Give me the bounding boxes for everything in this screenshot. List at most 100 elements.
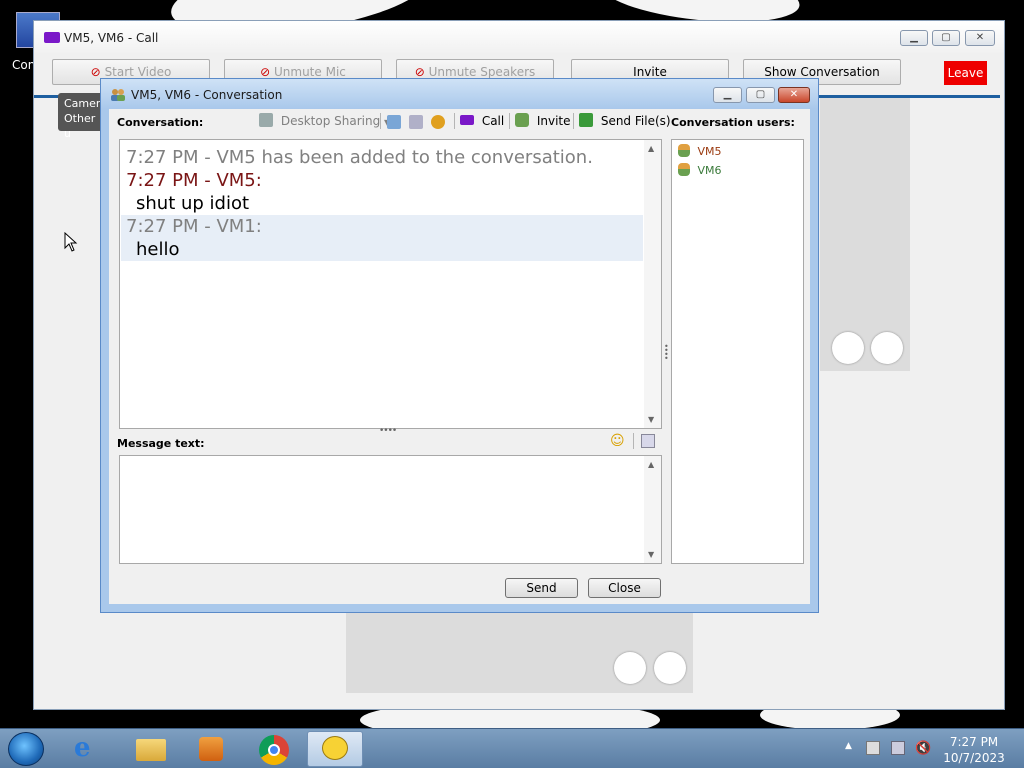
horizontal-splitter-handle[interactable]: •••• (379, 426, 397, 436)
internet-explorer-taskbar-button[interactable]: e (62, 731, 118, 767)
user-name: VM6 (697, 164, 722, 177)
taskbar: e ▲ 🔇 7:27 PM 10/7/2023 (0, 728, 1024, 768)
unmute-speakers-label: Unmute Speakers (428, 65, 536, 79)
send-files-label: Send File(s) (600, 114, 671, 128)
send-files-button[interactable]: Send File(s) (579, 113, 671, 129)
speaker-off-icon: ⊘ (414, 65, 425, 79)
close-window-button[interactable]: ✕ (965, 30, 995, 46)
clipboard-icon[interactable] (409, 115, 423, 129)
input-scrollbar[interactable]: ▲ ▼ (644, 456, 661, 563)
call-button[interactable]: Call (460, 113, 504, 129)
video-camera-icon (460, 115, 474, 125)
maximize-icon: ▢ (941, 32, 951, 43)
chrome-taskbar-button[interactable] (245, 731, 301, 767)
conv-minimize-button[interactable]: ▁ (713, 87, 742, 103)
volume-muted-icon[interactable]: 🔇 (915, 741, 931, 756)
scroll-down-arrow-icon[interactable]: ▼ (648, 550, 654, 559)
user-icon (678, 163, 690, 176)
leave-button[interactable]: Leave (944, 61, 987, 85)
message-input[interactable]: ▲ ▼ (119, 455, 662, 564)
minimize-button[interactable]: ▁ (900, 30, 928, 46)
self-video-tile (346, 611, 693, 693)
user-list-item[interactable]: VM5 (678, 144, 722, 159)
network-icon[interactable] (891, 741, 905, 755)
close-button[interactable]: Close (588, 578, 661, 598)
maximize-icon: ▢ (755, 89, 766, 100)
minimize-icon: ▁ (723, 89, 732, 100)
action-center-icon[interactable] (866, 741, 880, 755)
desktop-icon-label: Con (12, 58, 36, 72)
video-off-round-button[interactable] (832, 332, 864, 364)
settings-gear-icon[interactable] (431, 115, 445, 129)
self-video-off-button[interactable] (614, 652, 646, 684)
add-user-icon (515, 113, 529, 127)
clock-time: 7:27 PM (949, 735, 999, 749)
call-title-bar[interactable]: VM5, VM6 - Call ▁ ▢ ✕ (34, 21, 1004, 55)
message-header: 7:27 PM - VM1: (126, 216, 262, 237)
chat-app-taskbar-button[interactable] (307, 731, 363, 767)
internet-explorer-icon: e (74, 733, 91, 763)
send-button[interactable]: Send (505, 578, 578, 598)
close-icon: ✕ (975, 32, 985, 43)
speech-bubble-icon (322, 736, 348, 760)
conversation-client-area: Conversation: Desktop Sharing ▼ Call Inv… (109, 109, 810, 604)
conv-invite-button[interactable]: Invite (515, 113, 571, 129)
file-explorer-taskbar-button[interactable] (122, 731, 178, 767)
scroll-up-arrow-icon[interactable]: ▲ (648, 460, 654, 469)
video-off-icon: ⊘ (90, 65, 101, 79)
tooltip-line: Camera (64, 97, 108, 110)
unmute-mic-label: Unmute Mic (274, 65, 346, 79)
window-frame (101, 604, 818, 612)
desktop-sharing-icon (259, 113, 273, 127)
self-mic-off-button[interactable] (654, 652, 686, 684)
mic-off-round-button[interactable] (871, 332, 903, 364)
window-frame (101, 109, 109, 612)
media-player-icon (199, 737, 223, 761)
user-icon (678, 144, 690, 157)
conversation-title-bar[interactable]: VM5, VM6 - Conversation ▁ ▢ ✕ (101, 79, 818, 109)
toolbar-separator (454, 113, 455, 129)
user-list-item[interactable]: VM6 (678, 163, 722, 178)
toolbar-separator (573, 113, 574, 129)
participant-video-tile (820, 98, 910, 371)
show-hidden-icons-icon[interactable]: ▲ (845, 741, 852, 751)
emoticon-icon[interactable]: ☺ (610, 433, 625, 449)
send-file-icon (579, 113, 593, 127)
start-video-label: Start Video (104, 65, 172, 79)
users-icon (111, 89, 125, 101)
conversation-users-list[interactable]: VM5 VM6 (671, 139, 804, 564)
user-name: VM5 (697, 145, 722, 158)
vertical-splitter-handle[interactable]: • • • • (664, 343, 669, 363)
conv-close-window-button[interactable]: ✕ (778, 87, 810, 103)
conv-maximize-button[interactable]: ▢ (746, 87, 775, 103)
close-icon: ✕ (789, 89, 799, 100)
video-camera-icon (44, 32, 60, 43)
minimize-icon: ▁ (910, 32, 918, 43)
message-body: hello (136, 239, 180, 260)
message-text-label: Message text: (117, 437, 205, 450)
start-button[interactable] (8, 732, 44, 766)
conversation-history[interactable]: 7:27 PM - VM5 has been added to the conv… (119, 139, 662, 429)
desktop-sharing-label: Desktop Sharing (280, 114, 381, 128)
mic-off-icon: ⊘ (260, 65, 271, 79)
mouse-cursor-icon (64, 232, 78, 252)
conversation-label: Conversation: (117, 116, 204, 129)
scroll-up-arrow-icon[interactable]: ▲ (648, 144, 654, 153)
system-message: 7:27 PM - VM5 has been added to the conv… (126, 147, 593, 168)
window-frame (810, 109, 818, 612)
tooltip-line: Other u (64, 112, 96, 140)
call-window-title: VM5, VM6 - Call (64, 31, 159, 45)
maximize-button[interactable]: ▢ (932, 30, 960, 46)
scroll-down-arrow-icon[interactable]: ▼ (648, 415, 654, 424)
conversation-users-label: Conversation users: (671, 116, 795, 129)
notes-icon[interactable] (387, 115, 401, 129)
taskbar-clock[interactable]: 7:27 PM 10/7/2023 (938, 734, 1010, 766)
clock-date: 10/7/2023 (943, 751, 1005, 765)
desktop-sharing-button[interactable]: Desktop Sharing ▼ (259, 113, 390, 131)
chrome-icon-center (268, 744, 280, 756)
toolbar-separator (633, 433, 634, 449)
toolbar-separator (509, 113, 510, 129)
format-text-icon[interactable] (641, 434, 655, 448)
history-scrollbar[interactable]: ▲ ▼ (644, 140, 661, 428)
media-player-taskbar-button[interactable] (183, 731, 239, 767)
